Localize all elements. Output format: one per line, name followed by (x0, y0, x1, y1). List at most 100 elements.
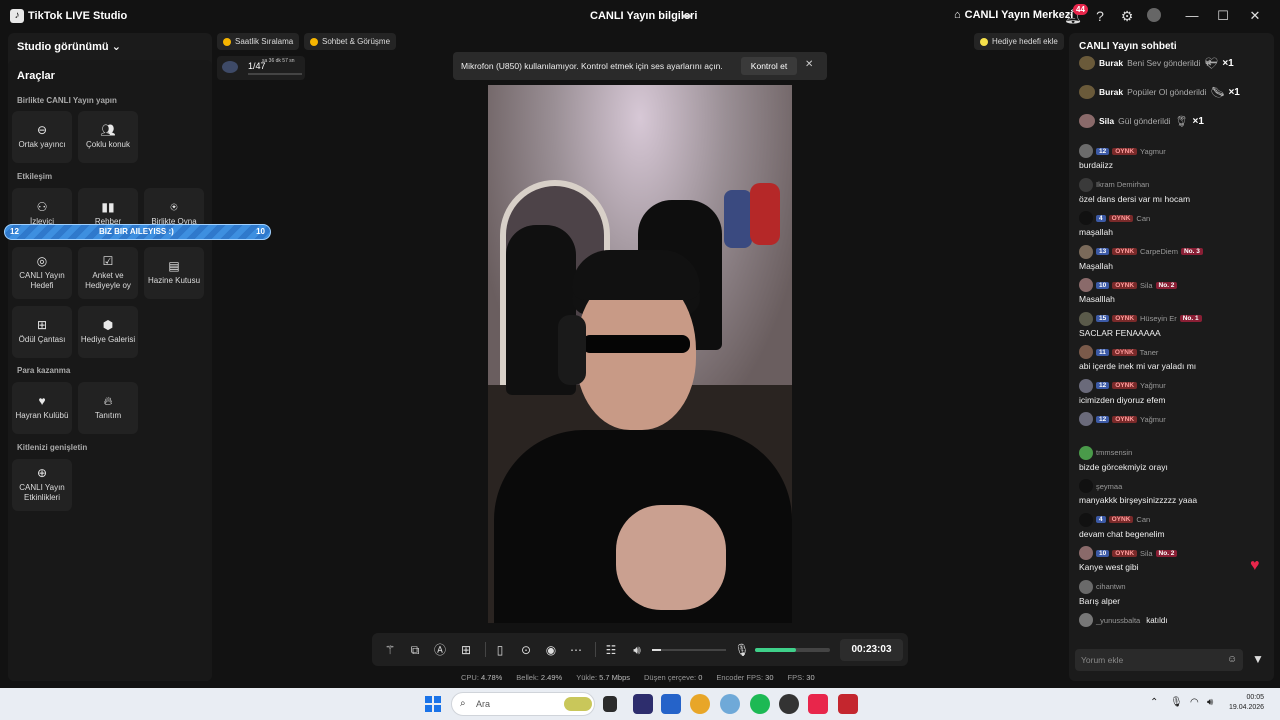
chat-message[interactable]: 11 OYNK Taner abi içerde inek mi var yaladı… (1079, 345, 1269, 371)
avatar[interactable] (1079, 378, 1093, 393)
chat-username[interactable]: tmmsensin (1096, 448, 1132, 457)
tiktok-live-studio-icon[interactable] (838, 694, 858, 714)
tool-promote[interactable]: 🔥︎ Tanıtım (78, 382, 138, 434)
chat-username[interactable]: Yağmur (1140, 381, 1166, 390)
windows-start-icon[interactable] (425, 696, 441, 712)
goal-widget[interactable]: 1/47 sa 36 dk 57 sn (217, 56, 305, 80)
app-icon[interactable] (779, 694, 799, 714)
gear-icon[interactable]: ⚙ (1118, 8, 1136, 25)
more-icon[interactable]: ⋯ (568, 642, 584, 658)
add-source-icon[interactable]: ⊞ (458, 642, 474, 658)
chat-username[interactable]: Can (1136, 515, 1150, 524)
spotify-icon[interactable] (750, 694, 770, 714)
studio-view-dropdown[interactable]: Studio görünümü ⌄ (17, 40, 121, 53)
outlook-icon[interactable] (661, 694, 681, 714)
volume-slider[interactable] (652, 649, 726, 651)
tool-poll[interactable]: ☑ Anket ve Hediyeyle oy (78, 247, 138, 299)
avatar[interactable] (1079, 479, 1093, 493)
chat-username[interactable]: _yunussbalta (1096, 616, 1140, 625)
mic-level-meter[interactable] (755, 648, 830, 652)
phone-icon[interactable]: ▯ (492, 642, 508, 658)
live-center-button[interactable]: ⌂ CANLI Yayın Merkezi (954, 9, 1073, 21)
chat-message[interactable]: tmmsensin bizde görcekmiyiz orayı (1079, 445, 1269, 472)
chat-username[interactable]: CarpeDiem (1140, 247, 1178, 256)
avatar[interactable] (1079, 278, 1093, 292)
chat-username[interactable]: Hüseyin Er (1140, 314, 1177, 323)
chat-username[interactable]: Taner (1140, 348, 1159, 357)
camera-switch-icon[interactable]: ◉ (543, 642, 559, 658)
tool-reward-bag[interactable]: ⊞ Ödül Çantası (12, 306, 72, 358)
microphone-tray-icon[interactable]: 🎙︎ (1170, 697, 1183, 708)
tool-gift-gallery[interactable]: ⬢ Hediye Galerisi (78, 306, 138, 358)
tool-multi-guest[interactable]: 👥︎ Çoklu konuk (78, 111, 138, 163)
share-icon[interactable]: ➦ (682, 9, 692, 23)
speaker-icon[interactable]: 🔊︎ (629, 642, 645, 658)
tool-live-goal[interactable]: ◎ CANLI Yayın Hedefi (12, 247, 72, 299)
avatar[interactable] (1079, 445, 1093, 460)
emoji-icon[interactable]: ☺ (1227, 654, 1237, 665)
avatar[interactable] (1079, 412, 1093, 426)
chrome-icon[interactable] (690, 694, 710, 714)
chat-username[interactable]: Yağmur (1140, 415, 1166, 424)
chat-username[interactable]: Yagmur (1140, 147, 1166, 156)
minimize-icon[interactable]: — (1182, 8, 1202, 23)
after-effects-icon[interactable] (633, 694, 653, 714)
avatar[interactable] (1145, 8, 1163, 25)
avatar[interactable] (1079, 211, 1093, 225)
chat-message[interactable]: şeymaa manyakkk birşeysinizzzzz yaaa (1079, 479, 1269, 505)
file-explorer-icon[interactable] (603, 696, 617, 712)
chat-message[interactable]: _yunussbalta katıldı (1079, 613, 1269, 627)
chat-message[interactable]: 10 OYNK Sila No. 2 Kanye west gibi (1079, 546, 1269, 572)
tool-treasure[interactable]: ▤ Hazine Kutusu (144, 247, 204, 299)
chat-message[interactable]: 12 OYNK Yağmur (1079, 412, 1269, 426)
close-icon[interactable]: ✕ (805, 59, 813, 70)
chat-message[interactable]: 10 OYNK Sila No. 2 Masalllah (1079, 278, 1269, 304)
chat-message[interactable]: 12 OYNK Yagmur burdaiizz (1079, 144, 1269, 170)
volume-icon[interactable]: 🔊︎ (1207, 697, 1213, 708)
wifi-icon[interactable]: ◠ (1190, 697, 1199, 708)
comment-input[interactable] (1081, 652, 1221, 668)
avatar[interactable] (1079, 144, 1093, 158)
effects-icon[interactable]: ⧉ (407, 642, 423, 658)
check-button[interactable]: Kontrol et (741, 57, 797, 75)
avatar[interactable] (1079, 512, 1093, 527)
chat-message-list[interactable]: 12 OYNK Yagmur burdaiizz Ikram Demirhan özel … (1069, 143, 1274, 643)
ai-icon[interactable]: Ⓐ (432, 642, 448, 658)
hourly-ranking-chip[interactable]: Saatlik Sıralama (217, 33, 300, 50)
help-icon[interactable]: ? (1091, 8, 1109, 24)
avatar[interactable] (1079, 613, 1093, 627)
taskbar-search[interactable]: ⌕ Ara (451, 692, 595, 716)
tool-fan-club[interactable]: ♥ Hayran Kulübü (12, 382, 72, 434)
chat-username[interactable]: Can (1136, 214, 1150, 223)
chat-username[interactable]: cihantwn (1096, 582, 1126, 591)
chat-message[interactable]: Ikram Demirhan özel dans dersi var mı hoc… (1079, 177, 1269, 204)
filter-icon[interactable]: ▼ (1252, 652, 1264, 666)
chat-message[interactable]: 12 OYNK Yağmur icimizden diyoruz efem (1079, 378, 1269, 405)
clock[interactable]: 00:05 19.04.2026 (1229, 693, 1264, 713)
avatar[interactable] (1079, 345, 1093, 359)
chat-meet-chip[interactable]: Sohbet & Görüşme (304, 33, 397, 50)
microphone-icon[interactable]: 🎙︎ (734, 642, 750, 658)
record-icon[interactable]: ⊙ (518, 642, 534, 658)
chat-message[interactable]: 13 OYNK CarpeDiem No. 3 Maşallah (1079, 244, 1269, 271)
chat-username[interactable]: şeymaa (1096, 482, 1122, 491)
tool-cohost[interactable]: ⊖ Ortak yayıncı (12, 111, 72, 163)
tool-live-events[interactable]: ⊕ CANLI Yayın Etkinlikleri (12, 459, 72, 511)
chat-message[interactable]: cihantwn Barış alper (1079, 579, 1269, 606)
avatar[interactable] (1079, 579, 1093, 594)
magic-wand-icon[interactable]: ⚚ (382, 642, 398, 658)
gift-goal-chip[interactable]: Hediye hedefi ekle (974, 33, 1064, 50)
chat-message[interactable]: 4 OYNK Can devam chat begenelim (1079, 512, 1269, 539)
avatar[interactable] (1079, 311, 1093, 326)
chevron-up-icon[interactable]: ⌃ (1150, 697, 1158, 708)
network-app-icon[interactable] (720, 694, 740, 714)
close-icon[interactable]: ✕ (1245, 8, 1265, 24)
chat-username[interactable]: Sila (1140, 281, 1153, 290)
tiktok-icon[interactable] (808, 694, 828, 714)
avatar[interactable] (1079, 177, 1093, 192)
chat-message[interactable]: 4 OYNK Can maşallah (1079, 211, 1269, 237)
settings-sliders-icon[interactable]: ☷ (603, 642, 619, 658)
chat-message[interactable]: 15 OYNK Hüseyin Er No. 1 SACLAR FENAAAAA (1079, 311, 1269, 338)
chat-username[interactable]: Sila (1140, 549, 1153, 558)
avatar[interactable] (1079, 244, 1093, 259)
